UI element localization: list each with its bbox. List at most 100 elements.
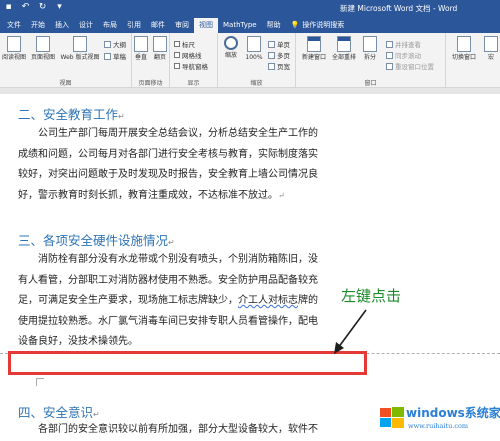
window-title: 新建 Microsoft Word 文档 - Word xyxy=(340,4,458,13)
side-to-side-button[interactable]: 翻页 xyxy=(151,36,169,61)
group-page-move-label: 页面移动 xyxy=(138,80,163,87)
text-line: 消防栓有部分没有水龙带或个别没有喷头，个别消防箱陈旧，没 xyxy=(38,254,318,265)
tab-help[interactable]: 帮助 xyxy=(262,18,286,33)
ruler-check-icon xyxy=(174,41,180,47)
sync-scroll-button[interactable]: 同步滚动 xyxy=(386,50,421,60)
new-window-button[interactable]: 新建窗口 xyxy=(300,36,328,61)
watermark: windows系统家园 www.ruihaitu.com xyxy=(378,403,500,437)
macros-label: 宏 xyxy=(487,54,494,61)
multiple-pages-button[interactable]: 多页 xyxy=(268,50,290,60)
text-line: 较好，对突出问题敢于及时发现及时报告，安全教育上墙公司情况良 xyxy=(18,169,318,181)
group-zoom-label: 缩放 xyxy=(250,80,263,87)
paragraph-mark: ↵ xyxy=(93,410,100,419)
print-layout-button[interactable]: 页面视图 xyxy=(28,36,58,61)
navigation-pane-check-icon xyxy=(174,63,180,69)
page-width-icon xyxy=(268,62,275,70)
ruler-checkbox[interactable]: 标尺 xyxy=(174,39,195,49)
paragraph-mark: ↵ xyxy=(168,238,175,247)
windows-logo-icon xyxy=(380,407,404,428)
group-window: 新建窗口 全部重排 拆分 并排查看 同步滚动 重设窗口位置 窗口 xyxy=(296,33,446,88)
switch-windows-button[interactable]: 切换窗口 xyxy=(450,36,478,61)
document-page[interactable]: 二、安全教育工作↵ 公司生产部门每周开展安全总结会议，分析总结安全生产工作的 成… xyxy=(0,94,500,437)
tab-layout[interactable]: 布局 xyxy=(98,18,122,33)
document-area[interactable]: 二、安全教育工作↵ 公司生产部门每周开展安全总结会议，分析总结安全生产工作的 成… xyxy=(0,94,500,437)
group-switch: 切换窗口 xyxy=(446,33,480,88)
tab-mailings[interactable]: 邮件 xyxy=(146,18,170,33)
ruler-label: 标尺 xyxy=(182,41,195,49)
title-bar: ▪ ↶ ↻ ▾ 新建 Microsoft Word 文档 - Word xyxy=(0,0,500,16)
quick-access-toolbar: ▪ ↶ ↻ ▾ xyxy=(4,2,64,12)
text-line: 公司生产部门每周开展安全总结会议，分析总结安全生产工作的 xyxy=(38,128,318,139)
undo-icon[interactable]: ↶ xyxy=(21,2,30,12)
group-views-label: 视图 xyxy=(59,80,72,87)
side-to-side-label: 翻页 xyxy=(153,54,166,61)
tab-insert[interactable]: 插入 xyxy=(50,18,74,33)
vertical-button[interactable]: 垂直 xyxy=(132,36,150,61)
watermark-name: windows系统家园 xyxy=(406,406,500,420)
gridlines-label: 网格线 xyxy=(182,52,202,60)
ribbon-view: 阅读视图 页面视图 Web 版式视图 大纲 草稿 视图 垂直 翻页 页面移动 标… xyxy=(0,33,500,88)
outline-label: 大纲 xyxy=(113,41,126,49)
switch-windows-label: 切换窗口 xyxy=(451,54,476,61)
page-width-button[interactable]: 页宽 xyxy=(268,61,290,71)
read-mode-button[interactable]: 阅读视图 xyxy=(2,36,26,61)
draft-button[interactable]: 草稿 xyxy=(104,51,126,61)
tab-mathtype[interactable]: MathType xyxy=(218,18,262,33)
outline-button[interactable]: 大纲 xyxy=(104,39,126,49)
text-line: 各部门的安全意识较以前有所加强，部分大型设备较大，软件不 xyxy=(38,424,318,435)
arrange-all-icon xyxy=(337,36,351,52)
tab-file[interactable]: 文件 xyxy=(2,18,26,33)
gridlines-checkbox[interactable]: 网格线 xyxy=(174,50,202,60)
group-zoom: 缩放 100% 单页 多页 页宽 缩放 xyxy=(218,33,296,88)
zoom-button[interactable]: 缩放 xyxy=(220,36,242,59)
text-line: 好，警示教育时刻长抓，教育注重成效，不达标准不放过。↵ xyxy=(18,186,326,207)
tab-view[interactable]: 视图 xyxy=(194,18,218,33)
zoom-100-button[interactable]: 100% xyxy=(243,36,265,61)
reset-window-button[interactable]: 重设窗口位置 xyxy=(386,61,434,71)
tab-review[interactable]: 审阅 xyxy=(170,18,194,33)
split-label: 拆分 xyxy=(363,54,376,61)
watermark-url: www.ruihaitu.com xyxy=(408,422,469,430)
web-layout-button[interactable]: Web 版式视图 xyxy=(60,36,100,61)
magnifier-icon xyxy=(224,36,238,50)
group-macros: 宏 xyxy=(480,33,500,88)
one-page-icon xyxy=(268,40,275,48)
tell-me-search[interactable]: 💡 操作说明搜索 xyxy=(286,18,350,33)
paragraph-hardware: 消防栓有部分没有水龙带或个别没有喷头，个别消防箱陈旧，没 有人看管，分部职工对消… xyxy=(18,250,326,353)
zoom-100-icon xyxy=(247,36,261,52)
web-layout-label: Web 版式视图 xyxy=(60,54,100,61)
read-mode-icon xyxy=(7,36,21,52)
annotation-arrow xyxy=(334,309,367,354)
paragraph-awareness: 各部门的安全意识较以前有所加强，部分大型设备较大，软件不 xyxy=(18,420,326,441)
text-segment: 好，警示教育时刻长抓，教育注重成效，不达标准不放过。 xyxy=(18,189,278,201)
macros-button[interactable]: 宏 xyxy=(482,36,500,61)
one-page-label: 单页 xyxy=(277,41,290,49)
heading-text: 二、安全教育工作 xyxy=(18,107,119,122)
customize-icon[interactable]: ▾ xyxy=(55,2,64,12)
save-icon[interactable]: ▪ xyxy=(4,2,13,12)
text-line: 有人看管，分部职工对消防器材使用不熟悉。安全防护用品配备较充 xyxy=(18,274,318,286)
paragraph-mark: ↵ xyxy=(118,112,125,121)
ribbon-tabs: 文件 开始 插入 设计 布局 引用 邮件 审阅 视图 MathType 帮助 💡… xyxy=(0,16,500,33)
sync-scroll-label: 同步滚动 xyxy=(395,52,421,60)
arrange-all-button[interactable]: 全部重排 xyxy=(330,36,358,61)
one-page-button[interactable]: 单页 xyxy=(268,39,290,49)
view-side-by-side-button[interactable]: 并排查看 xyxy=(386,39,421,49)
vertical-label: 垂直 xyxy=(134,54,147,61)
tab-design[interactable]: 设计 xyxy=(74,18,98,33)
zoom-100-label: 100% xyxy=(245,54,263,61)
margin-corner-mark xyxy=(36,378,44,386)
reset-window-icon xyxy=(386,62,393,70)
side-to-side-icon xyxy=(153,36,167,52)
tab-references[interactable]: 引用 xyxy=(122,18,146,33)
vertical-icon xyxy=(134,36,148,52)
print-layout-icon xyxy=(36,36,50,52)
tab-home[interactable]: 开始 xyxy=(26,18,50,33)
left-click-annotation: 左键点击 xyxy=(341,287,402,305)
redo-icon[interactable]: ↻ xyxy=(38,2,47,12)
outline-icon xyxy=(104,40,111,48)
draft-label: 草稿 xyxy=(113,53,126,61)
split-button[interactable]: 拆分 xyxy=(360,36,380,61)
navigation-pane-checkbox[interactable]: 导航窗格 xyxy=(174,61,208,71)
text-line: 使用提拉较熟悉。水厂氯气消毒车间已安排专职人员看管操作，配电 xyxy=(18,315,318,327)
